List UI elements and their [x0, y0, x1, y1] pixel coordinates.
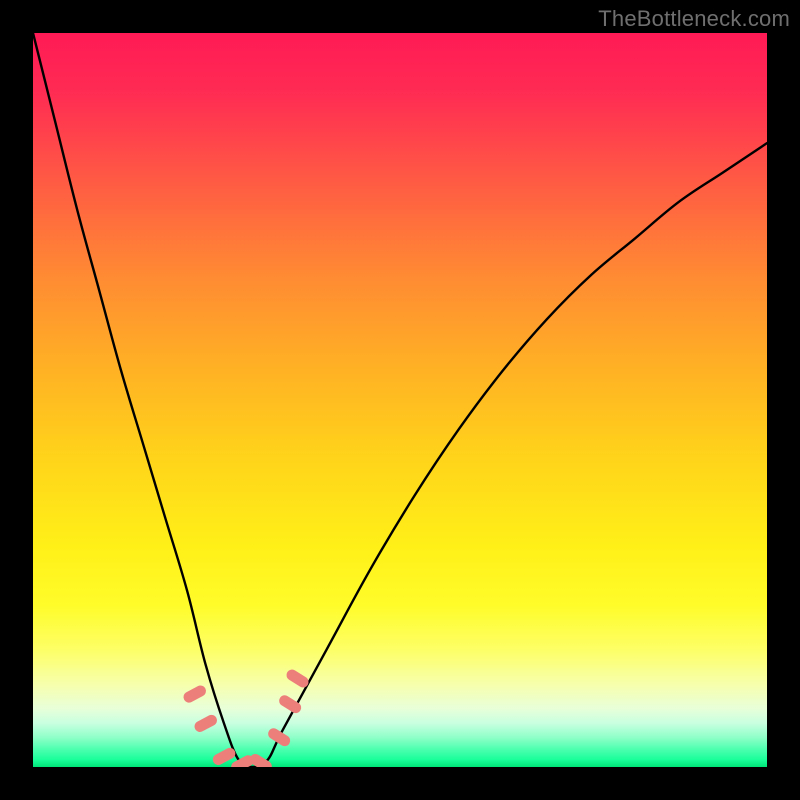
curve-marker — [277, 693, 303, 715]
watermark-text: TheBottleneck.com — [598, 6, 790, 32]
curve-layer — [33, 33, 767, 767]
marker-group — [182, 667, 311, 767]
curve-marker — [193, 713, 219, 734]
curve-marker — [182, 684, 208, 705]
curve-marker — [266, 726, 292, 748]
bottleneck-curve — [33, 33, 767, 767]
chart-frame: TheBottleneck.com — [0, 0, 800, 800]
plot-area — [33, 33, 767, 767]
